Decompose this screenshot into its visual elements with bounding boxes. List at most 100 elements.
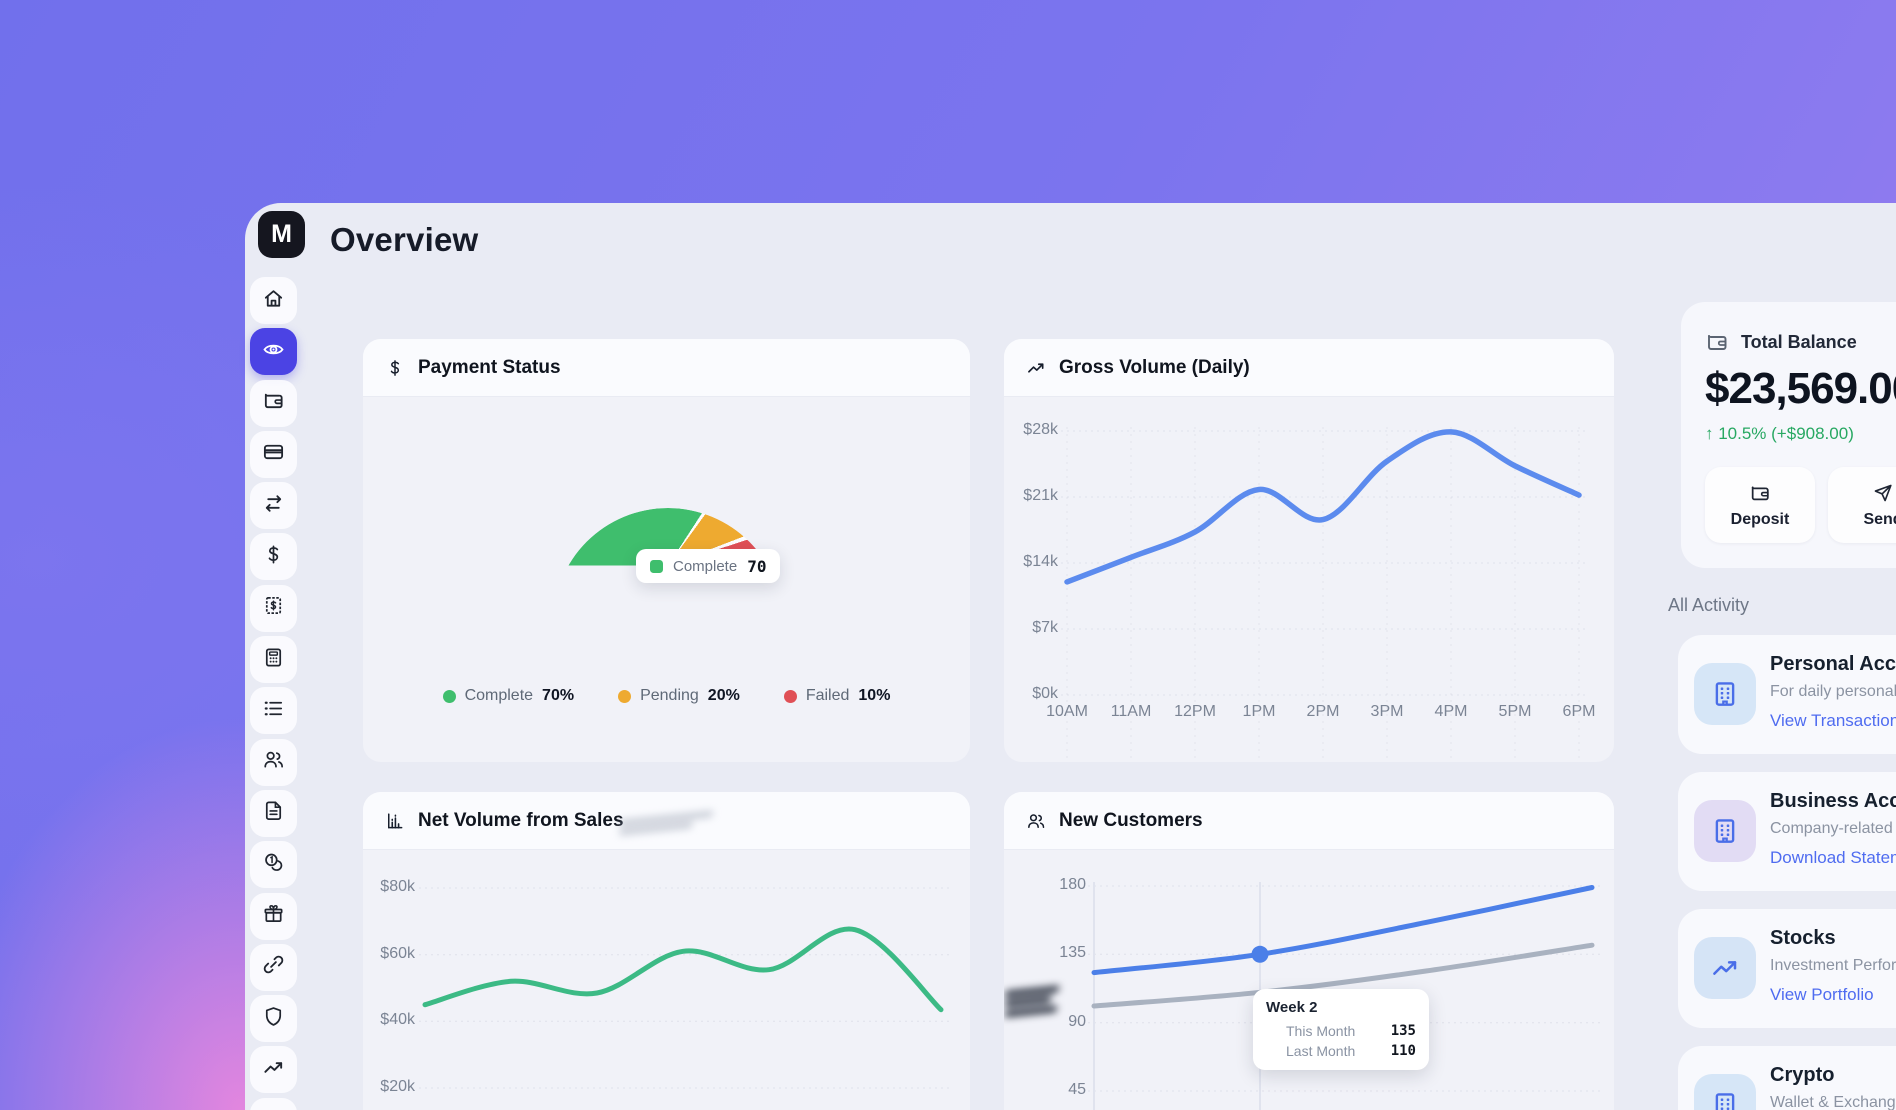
y-axis-tick: 45 xyxy=(1068,1081,1086,1099)
sidebar-item-link[interactable] xyxy=(250,944,297,991)
sidebar-item-receipt[interactable] xyxy=(250,585,297,632)
send-label: Send xyxy=(1863,511,1896,529)
activity-list: Personal Account For daily personal View… xyxy=(1678,635,1896,1110)
building-icon xyxy=(1694,1074,1756,1110)
sidebar-item-coins[interactable] xyxy=(250,841,297,888)
trend-up-icon xyxy=(1694,937,1756,999)
legend-dot-icon xyxy=(618,690,631,703)
send-button[interactable]: Send xyxy=(1828,467,1896,543)
sidebar-item-gift[interactable] xyxy=(250,893,297,940)
coins-icon xyxy=(262,851,285,879)
activity-link[interactable]: View Transaction xyxy=(1770,711,1896,731)
building-icon xyxy=(1694,663,1756,725)
credit-card-icon xyxy=(262,440,285,468)
activity-subtitle: Company-related xyxy=(1770,820,1893,838)
activity-card-personal-account[interactable]: Personal Account For daily personal View… xyxy=(1678,635,1896,754)
tooltip-row-value: 110 xyxy=(1391,1043,1416,1059)
activity-link[interactable]: View Portfolio xyxy=(1770,985,1874,1005)
sidebar-item-users[interactable] xyxy=(250,739,297,786)
tooltip-row-label: This Month xyxy=(1286,1023,1355,1039)
tooltip-row: This Month 135 xyxy=(1266,1023,1416,1039)
balance-delta: ↑ 10.5% (+$908.00) xyxy=(1705,424,1854,444)
y-axis-tick: $7k xyxy=(1032,619,1058,637)
x-axis-tick: 11AM xyxy=(1101,703,1161,721)
y-axis-tick: $40k xyxy=(380,1011,415,1029)
wallet-icon xyxy=(1705,330,1729,354)
tooltip-label: Complete xyxy=(673,558,737,575)
x-axis-tick: 10AM xyxy=(1037,703,1097,721)
legend-value: 70% xyxy=(542,687,574,705)
sidebar-item-document[interactable] xyxy=(250,790,297,837)
tooltip-swatch-icon xyxy=(650,560,663,573)
receipt-icon xyxy=(262,594,285,622)
activity-title: Business Account xyxy=(1770,790,1896,813)
total-balance-card: Total Balance $23,569.00 ↑ 10.5% (+$908.… xyxy=(1681,302,1896,568)
sidebar-item-trend-up[interactable] xyxy=(250,1046,297,1093)
card-header: Payment Status xyxy=(363,339,970,397)
y-axis-tick: 90 xyxy=(1068,1013,1086,1031)
trend-up-icon xyxy=(1026,358,1046,378)
legend-item: Pending 20% xyxy=(618,687,740,705)
all-activity-heading: All Activity xyxy=(1668,595,1749,616)
y-axis-tick: $28k xyxy=(1023,421,1058,439)
new-customers-card: Week 2 This Month 135 Last Month 110 459… xyxy=(1004,792,1614,1110)
payment-status-card: Complete 70 Complete 70% Pending 20% Fai… xyxy=(363,339,970,762)
y-axis-tick: 135 xyxy=(1059,944,1086,962)
last-month-swatch-icon xyxy=(1266,1045,1278,1057)
sidebar-item-credit-card[interactable] xyxy=(250,431,297,478)
users-icon xyxy=(1026,811,1046,831)
card-title: Net Volume from Sales xyxy=(418,810,624,832)
deposit-label: Deposit xyxy=(1731,511,1790,529)
blurred-artifact xyxy=(621,812,721,835)
tooltip-row-value: 135 xyxy=(1391,1023,1416,1039)
sidebar-item-transfer[interactable] xyxy=(250,482,297,529)
activity-subtitle: Wallet & Exchange xyxy=(1770,1094,1896,1110)
blurred-region xyxy=(1006,985,1064,1018)
y-axis-tick: $80k xyxy=(380,878,415,896)
gross-volume-chart: $0k$7k$14k$21k$28k10AM11AM12PM1PM2PM3PM4… xyxy=(1004,339,1614,762)
document-icon xyxy=(262,799,285,827)
tooltip-row-label: Last Month xyxy=(1286,1043,1355,1059)
wallet-icon xyxy=(262,389,285,417)
activity-card-business-account[interactable]: Business Account Company-related Downloa… xyxy=(1678,772,1896,891)
link-icon xyxy=(262,953,285,981)
activity-link[interactable]: Download Statement xyxy=(1770,848,1896,868)
deposit-button[interactable]: Deposit xyxy=(1705,467,1815,543)
legend-label: Pending xyxy=(640,687,699,705)
dollar-icon xyxy=(385,358,405,378)
eye-icon xyxy=(262,338,285,366)
list-icon xyxy=(262,697,285,725)
activity-subtitle: For daily personal xyxy=(1770,683,1896,701)
sidebar-item-archive[interactable] xyxy=(250,1098,297,1110)
page-title: Overview xyxy=(330,221,478,259)
y-axis-tick: $20k xyxy=(380,1078,415,1096)
total-balance-amount: $23,569.00 xyxy=(1705,364,1896,414)
x-axis-tick: 12PM xyxy=(1165,703,1225,721)
activity-subtitle: Investment Perfor xyxy=(1770,957,1896,975)
tooltip-row: Last Month 110 xyxy=(1266,1043,1416,1059)
activity-card-stocks[interactable]: Stocks Investment Perfor View Portfolio xyxy=(1678,909,1896,1028)
app-window: M Overview Complete 70 Complete 70% Pend… xyxy=(0,0,1896,1110)
wallet-icon xyxy=(1749,482,1771,504)
legend-item: Complete 70% xyxy=(443,687,575,705)
sidebar xyxy=(250,277,297,1110)
sidebar-item-dollar[interactable] xyxy=(250,533,297,580)
tooltip-value: 70 xyxy=(747,557,766,576)
app-logo[interactable]: M xyxy=(258,211,305,258)
bar-chart-icon xyxy=(385,811,405,831)
sidebar-item-calculator[interactable] xyxy=(250,636,297,683)
y-axis-tick: $21k xyxy=(1023,487,1058,505)
gauge-legend: Complete 70% Pending 20% Failed 10% xyxy=(363,687,970,705)
sidebar-item-shield[interactable] xyxy=(250,995,297,1042)
activity-title: Crypto xyxy=(1770,1064,1834,1087)
y-axis-tick: $60k xyxy=(380,945,415,963)
activity-card-crypto[interactable]: Crypto Wallet & Exchange xyxy=(1678,1046,1896,1110)
gauge-tooltip: Complete 70 xyxy=(636,549,780,583)
sidebar-item-home[interactable] xyxy=(250,277,297,324)
sidebar-item-list[interactable] xyxy=(250,687,297,734)
shield-icon xyxy=(262,1005,285,1033)
trend-up-icon xyxy=(262,1056,285,1084)
x-axis-tick: 1PM xyxy=(1229,703,1289,721)
sidebar-item-eye[interactable] xyxy=(250,328,297,375)
sidebar-item-wallet[interactable] xyxy=(250,380,297,427)
